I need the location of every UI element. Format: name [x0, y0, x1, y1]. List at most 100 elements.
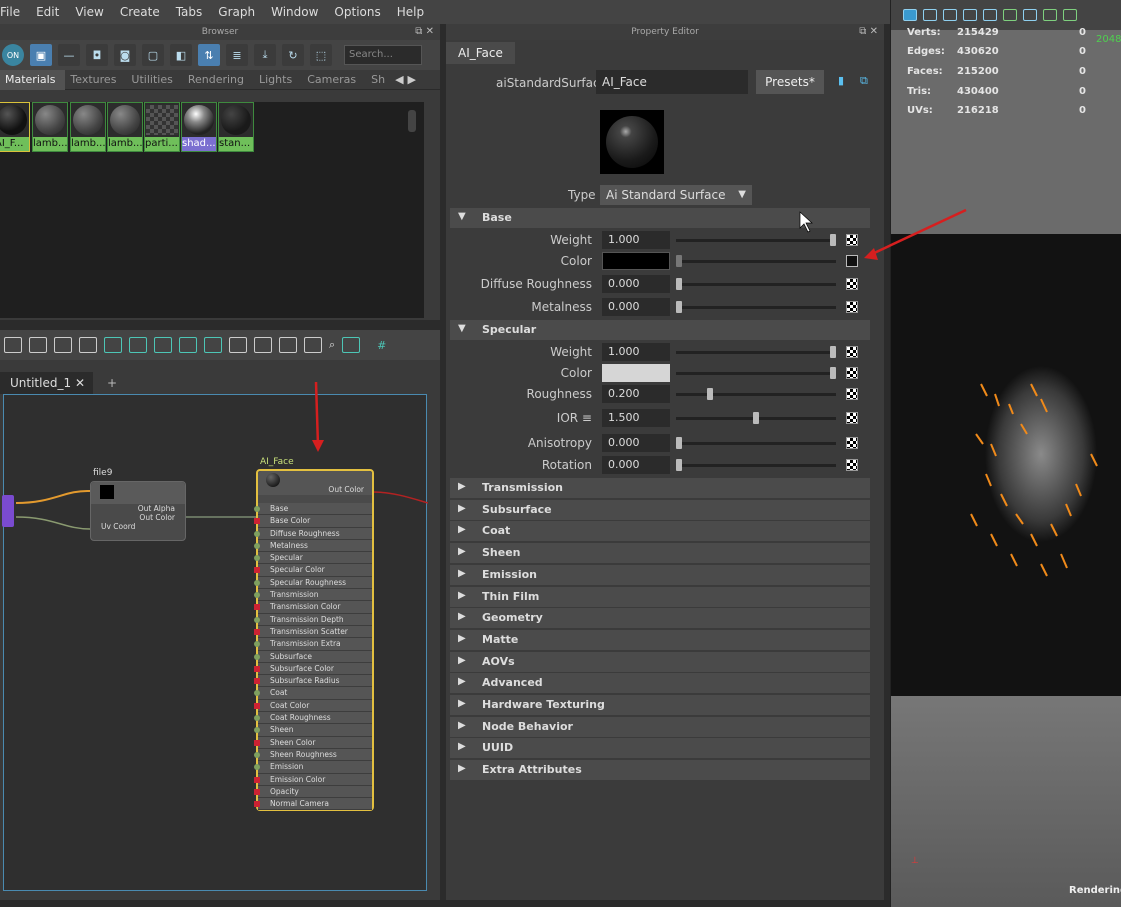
map-button-icon[interactable]	[846, 346, 858, 358]
place2dtexture-node[interactable]	[2, 495, 14, 527]
shader-attr-row[interactable]: Base Color	[254, 515, 372, 528]
frame-selection-icon[interactable]	[923, 9, 937, 21]
tab-untitled-1[interactable]: Untitled_1 ✕	[0, 372, 93, 394]
shader-attr-row[interactable]: Subsurface Color	[254, 662, 372, 676]
material-swatch[interactable]: lamb...	[107, 102, 143, 152]
menu-file[interactable]: File	[0, 5, 30, 19]
viewport-panel[interactable]: Verts: 215429 0 Edges: 430620 0 Faces: 215200…	[890, 0, 1121, 907]
file-node[interactable]: file9 Out Alpha Out Color Uv Coord	[90, 468, 186, 541]
material-swatch[interactable]: lamb...	[70, 102, 106, 152]
map-button-icon[interactable]	[846, 412, 858, 424]
base-weight-field[interactable]: 1.000	[602, 231, 670, 249]
menu-graph[interactable]: Graph	[212, 5, 265, 19]
menu-create[interactable]: Create	[114, 5, 170, 19]
specular-weight-field[interactable]: 1.000	[602, 343, 670, 361]
section-geometry[interactable]: ▶ Geometry	[450, 608, 870, 629]
attr-port-icon[interactable]	[254, 567, 260, 574]
tab-materials[interactable]: Materials	[0, 69, 66, 90]
swatch-view-icon[interactable]: ▣	[30, 44, 52, 66]
snapshot-icon[interactable]	[943, 9, 957, 21]
slider-knob[interactable]	[830, 234, 836, 246]
add-selected-icon[interactable]	[129, 337, 147, 353]
sort-type-icon[interactable]: ≣	[226, 44, 248, 66]
attr-port-icon[interactable]	[254, 776, 260, 783]
section-node-behavior[interactable]: ▶ Node Behavior	[450, 716, 870, 737]
map-button-icon[interactable]	[846, 459, 858, 471]
ai-face-shader-node[interactable]: AI_Face Out Color Base Base Color Diffuse …	[254, 457, 374, 811]
section-sheen[interactable]: ▶ Sheen	[450, 543, 870, 564]
attr-port-icon[interactable]	[254, 579, 260, 586]
material-swatch[interactable]: stan...	[218, 102, 254, 152]
attr-port-icon[interactable]	[254, 739, 260, 746]
graph-input-icon[interactable]: ◘	[86, 44, 108, 66]
shader-attr-row[interactable]: Sheen Roughness	[254, 748, 372, 762]
section-transmission[interactable]: ▶ Transmission	[450, 478, 870, 498]
lock-camera-icon[interactable]	[1003, 9, 1017, 21]
material-swatch[interactable]: lamb...	[32, 102, 68, 152]
attr-port-icon[interactable]	[254, 801, 260, 808]
specular-color-slider[interactable]	[676, 367, 836, 379]
shader-attr-row[interactable]: Coat Color	[254, 699, 372, 713]
shader-attr-row[interactable]: Metalness	[254, 539, 372, 553]
map-button-icon[interactable]	[846, 437, 858, 449]
attr-port-icon[interactable]	[254, 678, 260, 685]
shader-attr-row[interactable]: Specular	[254, 552, 372, 565]
frame-all-icon[interactable]	[104, 337, 122, 353]
copy-tab-icon[interactable]: ⧉	[860, 74, 868, 88]
attr-port-icon[interactable]	[254, 604, 260, 611]
graph-output-icon[interactable]: ◙	[114, 44, 136, 66]
tab-shading-groups[interactable]: Sh	[366, 70, 395, 90]
attr-port-icon[interactable]	[254, 702, 260, 709]
attr-port-icon[interactable]	[254, 653, 260, 660]
panel-float-close-icon[interactable]: ⧉ ✕	[415, 24, 434, 40]
attr-port-icon[interactable]	[254, 628, 260, 635]
ior-slider[interactable]	[676, 412, 836, 424]
grease-pencil-icon[interactable]	[1063, 9, 1077, 21]
attr-port-icon[interactable]	[254, 788, 260, 795]
panel-float-close-icon[interactable]: ⧉ ✕	[859, 24, 878, 40]
section-thin-film[interactable]: ▶ Thin Film	[450, 586, 870, 607]
attr-port-icon[interactable]	[254, 641, 260, 648]
graph-selected-icon[interactable]	[204, 337, 222, 353]
section-subsurface[interactable]: ▶ Subsurface	[450, 499, 870, 520]
diffuse-roughness-slider[interactable]	[676, 278, 836, 290]
slider-knob[interactable]	[830, 346, 836, 358]
shader-attr-row[interactable]: Emission Color	[254, 773, 372, 786]
specular-roughness-field[interactable]: 0.200	[602, 385, 670, 403]
shader-attr-row[interactable]: Normal Camera	[254, 798, 372, 811]
graph-both-icon[interactable]: ▢	[142, 44, 164, 66]
shader-attr-row[interactable]: Transmission	[254, 589, 372, 602]
material-swatch[interactable]: shad...	[181, 102, 217, 152]
bookmark-icon[interactable]	[1023, 9, 1037, 21]
tab-ai-face[interactable]: AI_Face	[446, 42, 515, 64]
attr-port-icon[interactable]	[254, 530, 260, 537]
browser-search-input[interactable]: Search...	[344, 45, 422, 65]
sort-time-icon[interactable]: ⤓	[254, 44, 276, 66]
slider-knob[interactable]	[676, 255, 682, 267]
shader-attr-row[interactable]: Sheen Color	[254, 736, 372, 749]
map-button-icon[interactable]	[846, 234, 858, 246]
shader-attr-row[interactable]: Subsurface Radius	[254, 675, 372, 688]
ior-field[interactable]: 1.500	[602, 409, 670, 427]
attr-port-icon[interactable]	[254, 715, 260, 722]
menu-options[interactable]: Options	[328, 5, 390, 19]
base-color-swatch[interactable]	[602, 252, 670, 270]
specular-roughness-slider[interactable]	[676, 388, 836, 400]
shader-attr-row[interactable]: Subsurface	[254, 650, 372, 663]
section-aovs[interactable]: ▶ AOVs	[450, 651, 870, 672]
attr-port-icon[interactable]	[254, 616, 260, 623]
tab-rendering[interactable]: Rendering	[183, 70, 254, 90]
map-button-icon[interactable]	[846, 278, 858, 290]
section-hardware-texturing[interactable]: ▶ Hardware Texturing	[450, 695, 870, 715]
attr-port-icon[interactable]	[254, 665, 260, 672]
connected-map-icon[interactable]	[846, 255, 858, 267]
slider-knob[interactable]	[753, 412, 759, 424]
layout-icon[interactable]	[179, 337, 197, 353]
section-advanced[interactable]: ▶ Advanced	[450, 673, 870, 694]
slider-knob[interactable]	[830, 367, 836, 379]
material-swatch[interactable]: AI_F...	[0, 102, 30, 152]
attr-port-icon[interactable]	[254, 764, 260, 771]
section-base[interactable]: ▼ Base	[450, 208, 870, 228]
tab-lights[interactable]: Lights	[254, 70, 302, 90]
node-graph-canvas[interactable]: file9 Out Alpha Out Color Uv Coord AI_Fa…	[2, 394, 428, 891]
